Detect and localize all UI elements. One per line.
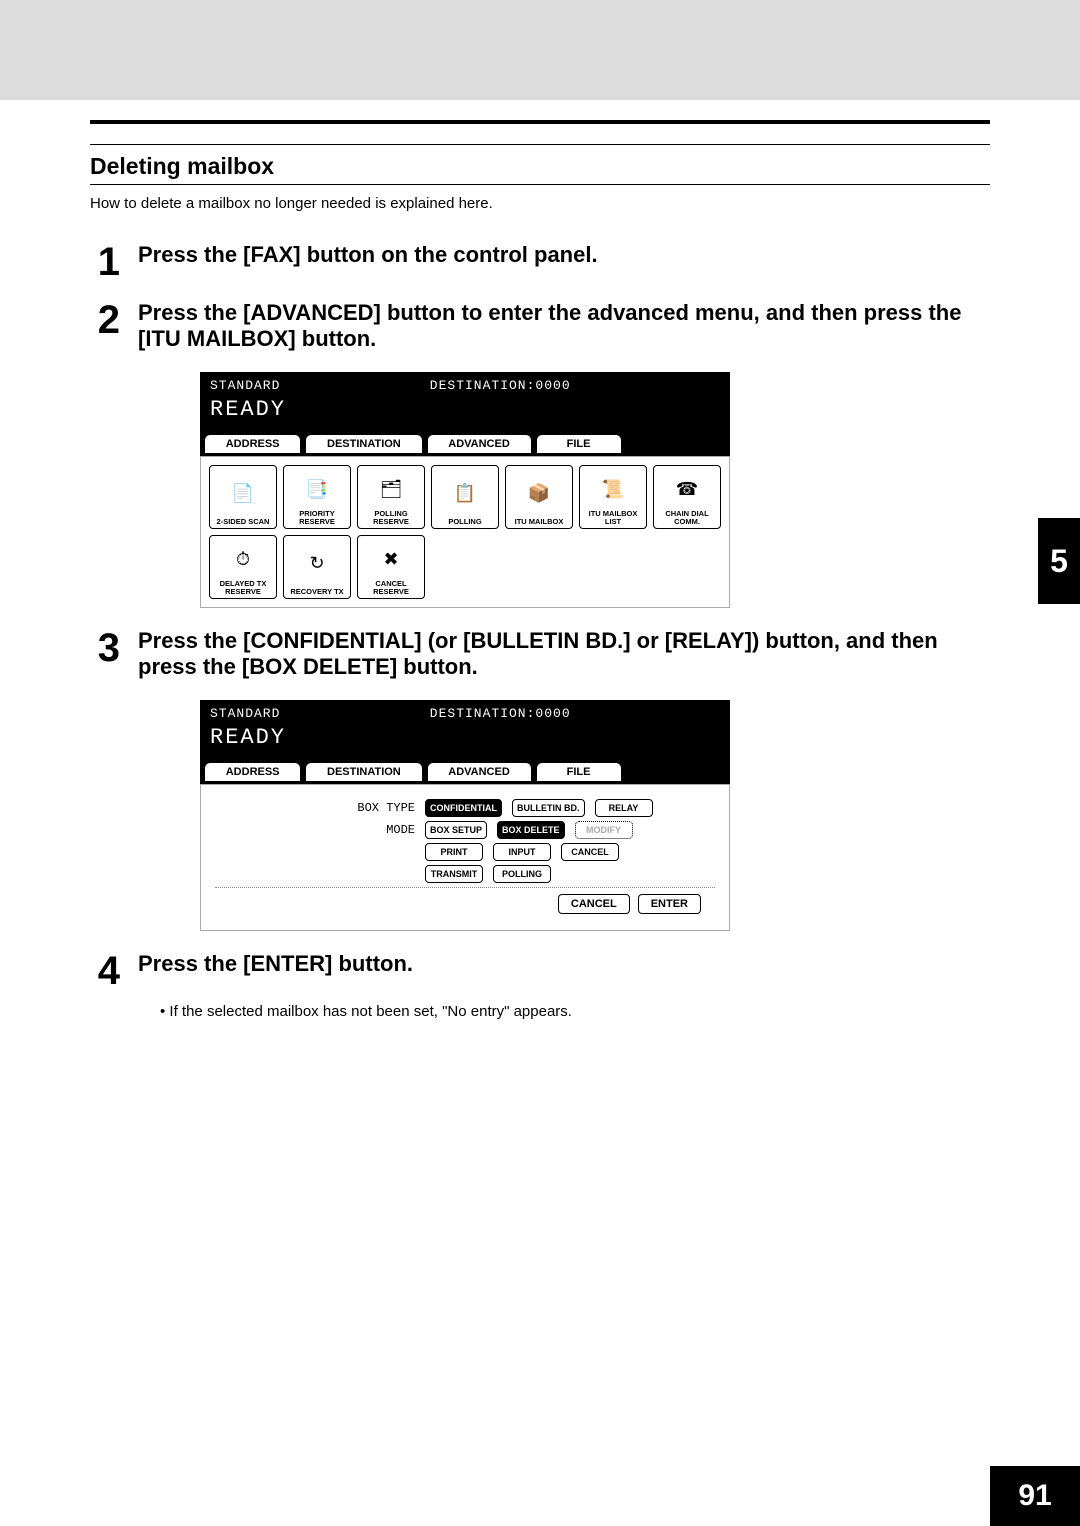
lcd-standard: STANDARD xyxy=(210,706,280,721)
btn-bulletin-bd[interactable]: BULLETIN BD. xyxy=(512,799,585,817)
screen1: STANDARD DESTINATION:0000 READY ADDRESS … xyxy=(200,372,730,608)
lcd-destination: DESTINATION:0000 xyxy=(430,378,571,393)
btn-confidential[interactable]: CONFIDENTIAL xyxy=(425,799,502,817)
tab-destination[interactable]: DESTINATION xyxy=(305,434,422,454)
thin-rule-top xyxy=(90,144,990,145)
tab-advanced[interactable]: ADVANCED xyxy=(427,434,532,454)
section-intro: How to delete a mailbox no longer needed… xyxy=(90,195,990,212)
label-mode: MODE xyxy=(215,823,415,837)
adv-priority-reserve[interactable]: 📑PRIORITY RESERVE xyxy=(283,465,351,529)
step-1: 1 Press the [FAX] button on the control … xyxy=(90,242,990,282)
step-number: 3 xyxy=(90,628,120,680)
adv-cancel-reserve[interactable]: ✖CANCEL RESERVE xyxy=(357,535,425,599)
lcd-ready: READY xyxy=(210,397,720,422)
adv-itu-mailbox-list[interactable]: 📜ITU MAILBOX LIST xyxy=(579,465,647,529)
btn-cancel-mode[interactable]: CANCEL xyxy=(561,843,619,861)
btn-modify: MODIFY xyxy=(575,821,633,839)
step-number: 2 xyxy=(90,300,120,352)
adv-delayed-tx[interactable]: ⏱DELAYED TX RESERVE xyxy=(209,535,277,599)
adv-itu-mailbox[interactable]: 📦ITU MAILBOX xyxy=(505,465,573,529)
btn-enter[interactable]: ENTER xyxy=(638,894,701,914)
btn-transmit[interactable]: TRANSMIT xyxy=(425,865,483,883)
step-2: 2 Press the [ADVANCED] button to enter t… xyxy=(90,300,990,352)
btn-cancel[interactable]: CANCEL xyxy=(558,894,630,914)
adv-2sided-scan[interactable]: 📄2-SIDED SCAN xyxy=(209,465,277,529)
chapter-tab: 5 xyxy=(1038,518,1080,604)
step-number: 4 xyxy=(90,951,120,991)
btn-input[interactable]: INPUT xyxy=(493,843,551,861)
page-number: 91 xyxy=(990,1466,1080,1526)
lcd-destination: DESTINATION:0000 xyxy=(430,706,571,721)
btn-box-delete[interactable]: BOX DELETE xyxy=(497,821,565,839)
step-text: Press the [CONFIDENTIAL] (or [BULLETIN B… xyxy=(138,628,990,680)
adv-chain-dial[interactable]: ☎CHAIN DIAL COMM. xyxy=(653,465,721,529)
step-4: 4 Press the [ENTER] button. xyxy=(90,951,990,991)
screen2: STANDARD DESTINATION:0000 READY ADDRESS … xyxy=(200,700,730,931)
tab-file[interactable]: FILE xyxy=(536,762,622,782)
thick-rule xyxy=(90,120,990,124)
tab-address[interactable]: ADDRESS xyxy=(204,762,301,782)
adv-recovery-tx[interactable]: ↻RECOVERY TX xyxy=(283,535,351,599)
tab-address[interactable]: ADDRESS xyxy=(204,434,301,454)
step-3: 3 Press the [CONFIDENTIAL] (or [BULLETIN… xyxy=(90,628,990,680)
step-number: 1 xyxy=(90,242,120,282)
btn-polling[interactable]: POLLING xyxy=(493,865,551,883)
thin-rule-bottom xyxy=(90,184,990,185)
lcd-ready: READY xyxy=(210,725,720,750)
header-band xyxy=(0,0,1080,100)
btn-relay[interactable]: RELAY xyxy=(595,799,653,817)
step-text: Press the [ENTER] button. xyxy=(138,951,990,991)
tab-destination[interactable]: DESTINATION xyxy=(305,762,422,782)
adv-polling-reserve[interactable]: 🗂POLLING RESERVE xyxy=(357,465,425,529)
btn-box-setup[interactable]: BOX SETUP xyxy=(425,821,487,839)
label-box-type: BOX TYPE xyxy=(215,801,415,815)
step-text: Press the [ADVANCED] button to enter the… xyxy=(138,300,990,352)
tab-file[interactable]: FILE xyxy=(536,434,622,454)
step-text: Press the [FAX] button on the control pa… xyxy=(138,242,990,282)
btn-print[interactable]: PRINT xyxy=(425,843,483,861)
step4-note: If the selected mailbox has not been set… xyxy=(160,1003,990,1020)
tab-advanced[interactable]: ADVANCED xyxy=(427,762,532,782)
adv-polling[interactable]: 📋POLLING xyxy=(431,465,499,529)
section-title: Deleting mailbox xyxy=(90,153,990,180)
lcd-standard: STANDARD xyxy=(210,378,280,393)
